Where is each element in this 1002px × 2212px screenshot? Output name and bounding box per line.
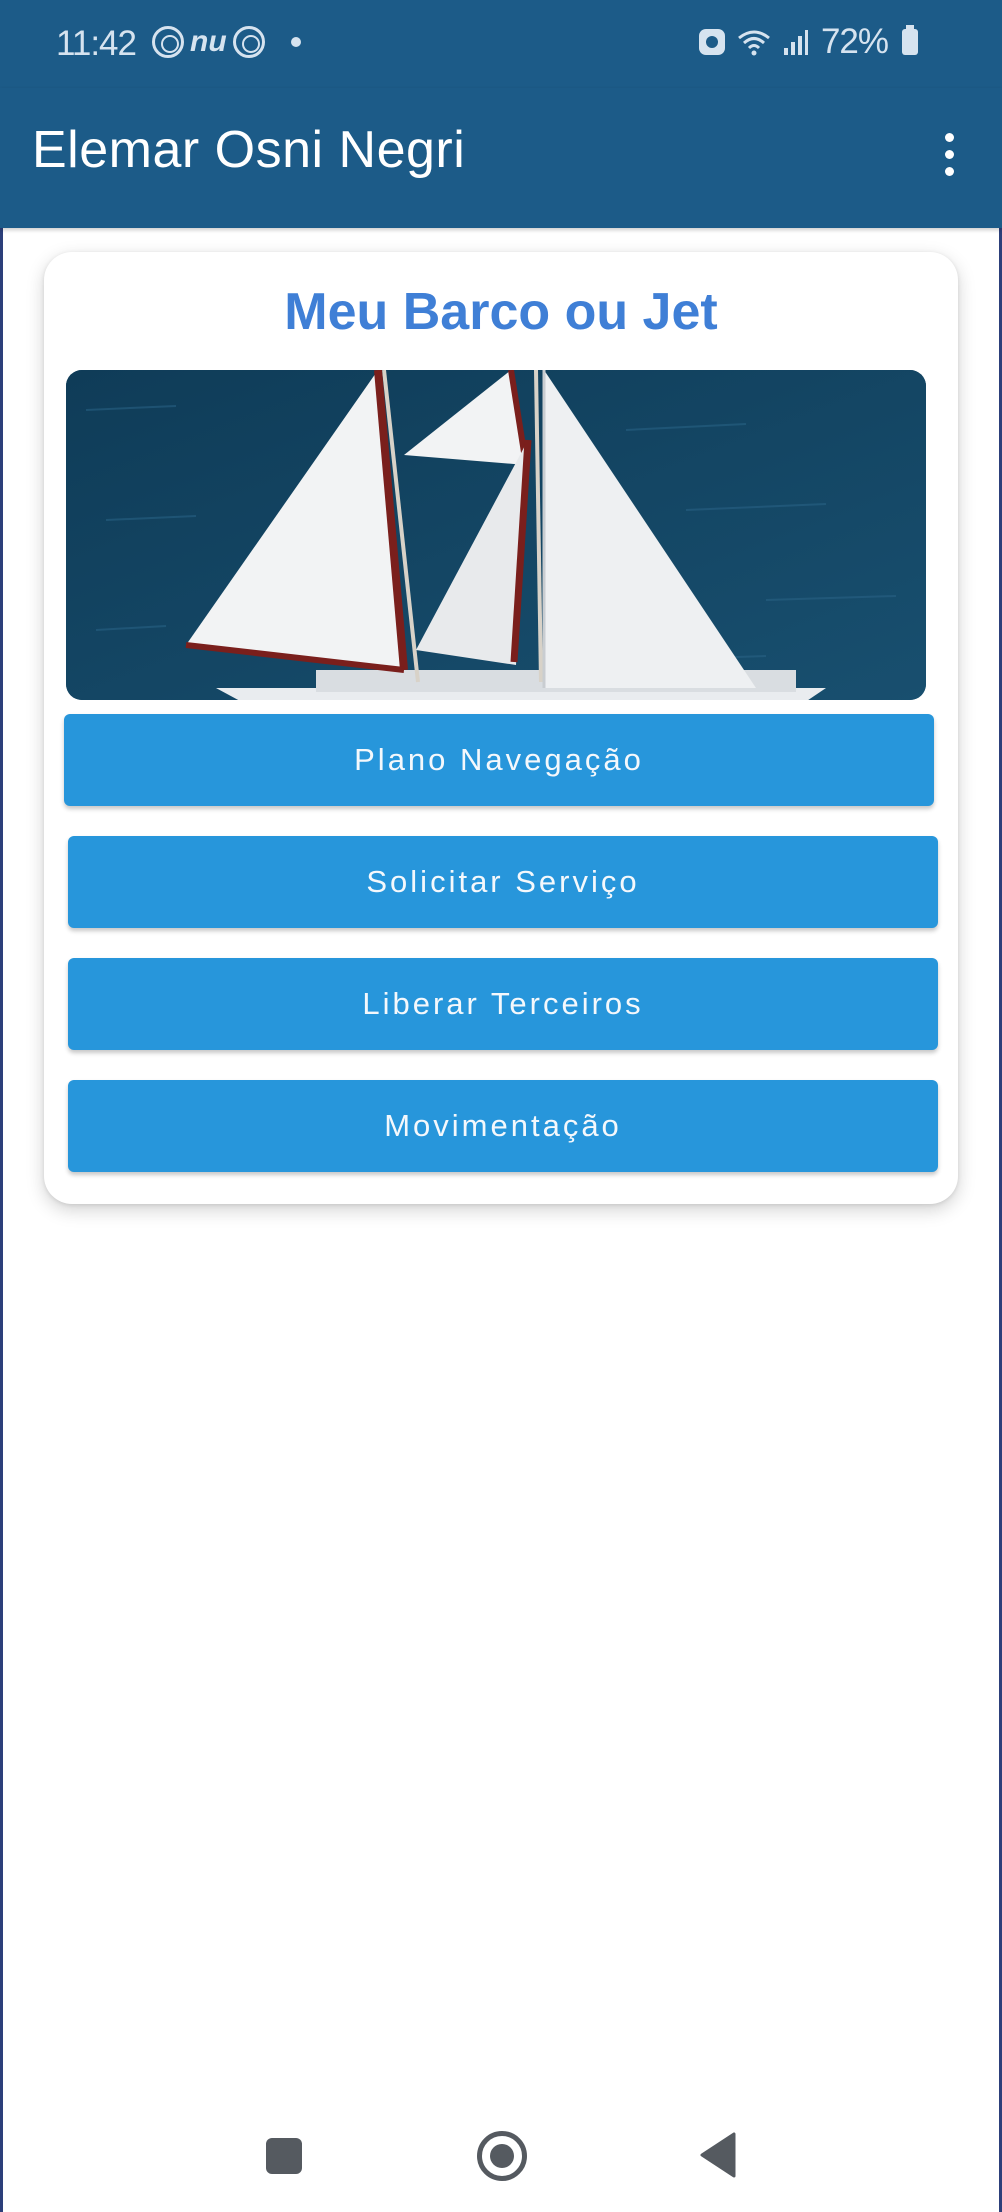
- solicitar-servico-button[interactable]: Solicitar Serviço: [68, 836, 938, 928]
- card-title: Meu Barco ou Jet: [284, 283, 718, 341]
- signal-icon: [783, 28, 809, 56]
- more-vert-icon[interactable]: [934, 124, 964, 184]
- status-bar: 11:42 nu 72%: [0, 0, 1002, 88]
- plano-navegacao-button[interactable]: Plano Navegação: [64, 714, 934, 806]
- recents-icon[interactable]: [266, 2138, 302, 2174]
- app-title: Elemar Osni Negri: [32, 121, 466, 179]
- movimentacao-button[interactable]: Movimentação: [68, 1080, 938, 1172]
- circle-app-icon: [152, 26, 184, 58]
- sailboat-photo: [66, 370, 926, 700]
- alarm-icon: [698, 29, 725, 55]
- battery-percent: 72%: [820, 22, 889, 61]
- system-icons: 72%: [698, 22, 918, 62]
- nu-icon: nu: [190, 25, 227, 58]
- liberar-terceiros-button[interactable]: Liberar Terceiros: [68, 958, 938, 1050]
- home-icon[interactable]: [477, 2131, 527, 2181]
- wifi-icon: [737, 28, 771, 56]
- circle-app-icon: [232, 26, 265, 58]
- battery-icon: [902, 25, 918, 55]
- status-time: 11:42: [56, 24, 137, 63]
- dot-icon: [290, 37, 301, 47]
- notification-icons: nu: [152, 26, 301, 58]
- boat-card: Meu Barco ou Jet Plano Navegação Solicit…: [44, 252, 958, 1204]
- window-frame-left: [0, 0, 3, 2212]
- back-icon[interactable]: [698, 2132, 738, 2178]
- app-bar: Elemar Osni Negri: [0, 88, 1002, 228]
